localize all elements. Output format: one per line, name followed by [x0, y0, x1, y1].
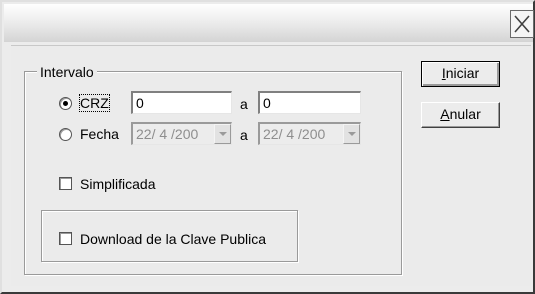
close-icon — [514, 15, 530, 33]
download-clave-checkbox[interactable] — [59, 232, 72, 245]
crz-radio[interactable] — [59, 97, 72, 110]
anular-button[interactable]: Anular — [421, 102, 500, 128]
simplificada-checkbox[interactable] — [59, 177, 72, 190]
crz-from-input[interactable]: 0 — [131, 91, 232, 114]
iniciar-button[interactable]: Iniciar — [421, 61, 500, 87]
iniciar-label-rest: niciar — [445, 65, 480, 81]
chevron-down-icon — [219, 132, 227, 136]
close-button[interactable] — [510, 10, 534, 38]
fecha-label[interactable]: Fecha — [80, 126, 119, 142]
anular-label-rest: nular — [449, 106, 481, 122]
fecha-from-select[interactable]: 22/ 4 /200 — [131, 122, 232, 145]
download-clave-label[interactable]: Download de la Clave Publica — [80, 231, 266, 247]
fecha-radio[interactable] — [59, 128, 72, 141]
intervalo-group-label: Intervalo — [37, 64, 97, 80]
crz-label[interactable]: CRZ — [79, 94, 110, 112]
chevron-down-icon — [348, 132, 356, 136]
crz-range-separator: a — [240, 96, 248, 112]
fecha-from-dropdown-button[interactable] — [214, 124, 231, 144]
fecha-to-select[interactable]: 22/ 4 /200 — [258, 122, 361, 145]
fecha-range-separator: a — [240, 127, 248, 143]
anular-mnemonic: A — [440, 106, 450, 122]
simplificada-label[interactable]: Simplificada — [80, 176, 155, 192]
title-bar — [4, 4, 534, 42]
fecha-to-dropdown-button[interactable] — [343, 124, 360, 144]
radio-selected-dot — [63, 101, 68, 106]
fecha-to-value: 22/ 4 /200 — [263, 126, 326, 142]
fecha-from-value: 22/ 4 /200 — [136, 126, 199, 142]
crz-to-input[interactable]: 0 — [258, 91, 361, 114]
